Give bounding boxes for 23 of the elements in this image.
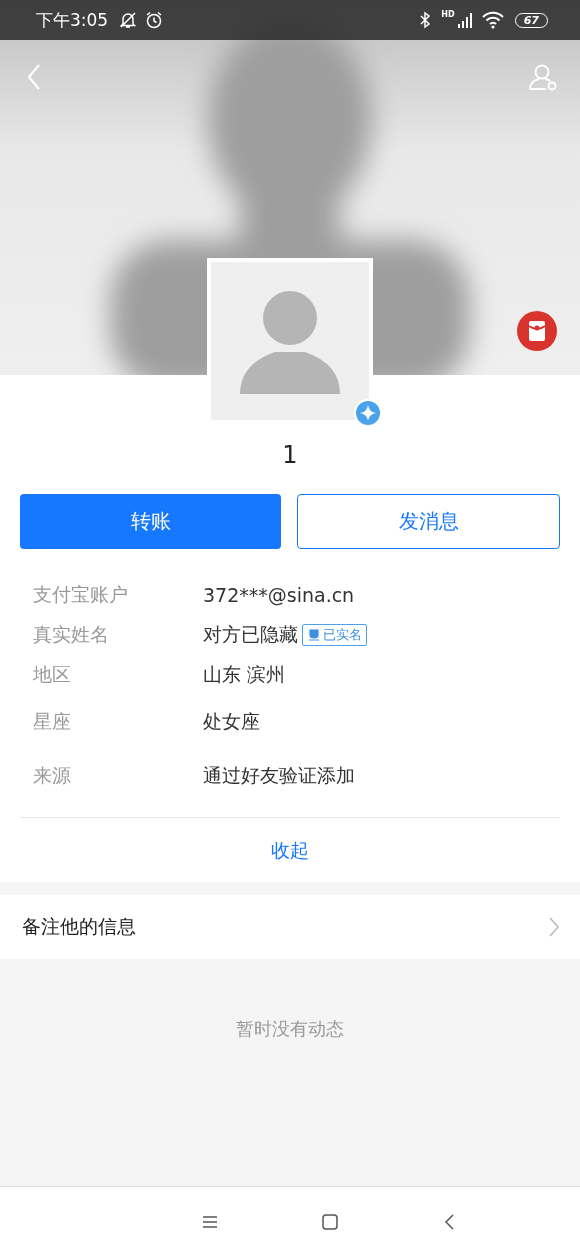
tag-text: 已实名: [323, 626, 362, 644]
remark-row[interactable]: 备注他的信息: [0, 895, 580, 959]
info-label: 地区: [33, 662, 72, 687]
message-button[interactable]: 发消息: [297, 494, 560, 549]
envelope-icon[interactable]: [517, 311, 557, 351]
home-icon[interactable]: [320, 1212, 340, 1232]
wifi-icon: [480, 10, 505, 30]
info-label: 真实姓名: [33, 622, 110, 647]
chevron-right-icon: [548, 916, 560, 938]
profile-name: 1: [282, 440, 298, 470]
network-label: HD: [441, 10, 455, 19]
transfer-button[interactable]: 转账: [20, 494, 281, 549]
info-value: 处女座: [203, 709, 260, 734]
info-label: 支付宝账户: [33, 582, 129, 607]
info-value: 372***@sina.cn: [203, 584, 355, 606]
empty-feed-text: 暂时没有动态: [236, 1017, 344, 1041]
info-value: 对方已隐藏: [203, 622, 298, 647]
bell-muted-icon: [118, 10, 139, 30]
status-time: 下午3:05: [36, 8, 109, 32]
info-label: 来源: [33, 763, 72, 788]
info-value: 通过好友验证添加: [203, 763, 355, 788]
info-value: 山东 滨州: [203, 662, 286, 687]
info-label: 星座: [33, 709, 72, 734]
